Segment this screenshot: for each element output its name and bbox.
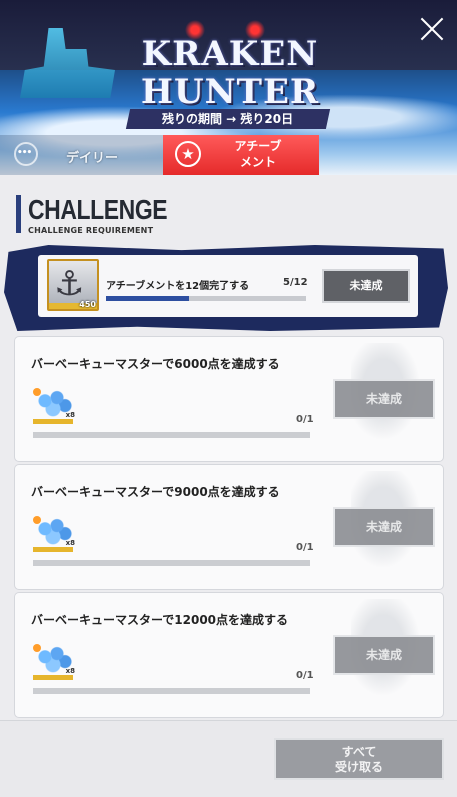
cube-reward-item[interactable]: x8 [33,516,75,552]
receive-all-label-line2: 受け取る [334,760,383,774]
challenge-task: バーベーキューマスターで12000点を達成する [31,613,289,627]
reward-quantity: 450 [79,300,96,309]
challenge-card: バーベーキューマスターで6000点を達成する x8 0/1 未達成 [15,337,443,461]
challenge-status-button[interactable]: 未達成 [333,507,435,547]
footer-bar: すべて 受け取る [0,720,457,797]
event-title-line2: HUNTER [140,72,320,112]
tab-bar: デイリー ★ アチーブ メント [0,135,457,175]
reward-quantity: x8 [65,411,75,419]
tab-daily[interactable]: デイリー [0,135,163,175]
challenge-status-button[interactable]: 未達成 [333,635,435,675]
reward-spark-icon [33,644,41,652]
event-title: KRAKEN HUNTER [110,35,350,111]
challenge-progress [33,560,310,566]
tab-achievement[interactable]: ★ アチーブ メント [163,135,319,175]
challenge-panel: CHALLENGE CHALLENGE REQUIREMENT ⚓ 450 アチ… [0,175,457,797]
cube-reward-item[interactable]: x8 [33,644,75,680]
reward-quantity: x8 [65,539,75,547]
event-banner: KRAKEN HUNTER 残りの期間 → 残り20日 デイリー ★ アチーブ … [0,0,457,175]
receive-all-button[interactable]: すべて 受け取る [274,738,444,780]
challenge-task: バーベーキューマスターで9000点を達成する [31,485,280,499]
challenge-count: 0/1 [296,414,314,425]
reward-rarity-bar [33,547,73,552]
challenge-progress [33,432,310,438]
main-status-button[interactable]: 未達成 [322,269,410,303]
cube-reward-item[interactable]: x8 [33,388,75,424]
challenge-status-button[interactable]: 未達成 [333,379,435,419]
reward-spark-icon [33,516,41,524]
event-period-text: 残りの期間 → 残り20日 [162,112,294,126]
reward-quantity: x8 [65,667,75,675]
event-title-line1: KRAKEN [141,34,319,74]
challenge-card: バーベーキューマスターで12000点を達成する x8 0/1 未達成 [15,593,443,717]
reward-spark-icon [33,388,41,396]
main-challenge-task: アチーブメントを12個完了する [106,281,250,292]
tab-achievement-label-line1: アチーブ [234,139,282,153]
main-challenge-progress-fill [106,296,190,301]
tab-daily-label: デイリー [66,151,119,166]
reward-rarity-bar [33,675,73,680]
receive-all-label-line1: すべて [341,745,377,759]
challenge-progress [33,688,310,694]
challenge-card: バーベーキューマスターで9000点を達成する x8 0/1 未達成 [15,465,443,589]
tab-achievement-label-line2: メント [239,155,276,169]
battleship-graphic [20,28,115,98]
challenge-count: 0/1 [296,542,314,553]
anchor-reward-item[interactable]: ⚓ 450 [47,259,99,311]
tab-achievement-label: アチーブ メント [223,138,293,170]
challenge-task: バーベーキューマスターで6000点を達成する [31,357,280,371]
main-challenge-card: ⚓ 450 アチーブメントを12個完了する 5/12 未達成 [38,255,418,317]
main-challenge-count: 5/12 [283,277,308,288]
main-challenge-progress [106,296,306,301]
section-subheading: CHALLENGE REQUIREMENT [28,226,154,235]
close-icon[interactable] [417,14,447,44]
event-period: 残りの期間 → 残り20日 [125,109,331,129]
heading-accent-bar [16,195,21,233]
anchor-icon: ⚓ [54,264,85,304]
section-heading: CHALLENGE [28,194,168,225]
star-icon: ★ [175,141,201,167]
reward-rarity-bar [33,419,73,424]
daily-icon [14,142,38,166]
challenge-count: 0/1 [296,670,314,681]
